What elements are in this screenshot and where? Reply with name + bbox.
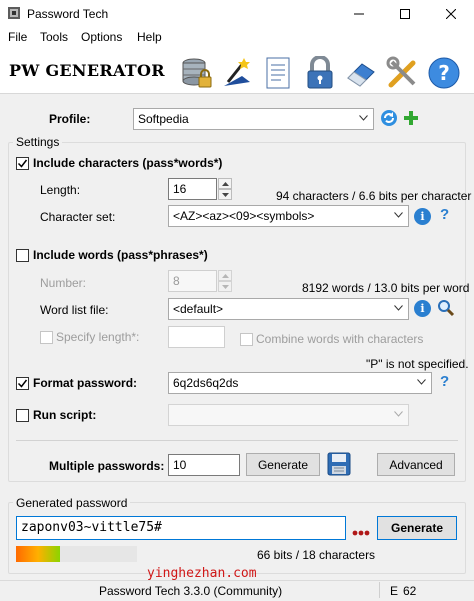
profile-select[interactable]: Softpedia bbox=[133, 108, 374, 130]
watermark-text: yinghezhan.com bbox=[147, 566, 257, 581]
character-set-select[interactable]: <AZ><az><09><symbols> bbox=[168, 205, 409, 227]
run-script-label: Run script: bbox=[33, 408, 97, 422]
generate-multiple-button[interactable]: Generate bbox=[246, 453, 320, 476]
include-words-label: Include words (pass*phrases*) bbox=[33, 248, 208, 262]
menu-tools[interactable]: Tools bbox=[40, 30, 68, 44]
settings-title: Settings bbox=[13, 135, 63, 149]
more-options-icon[interactable] bbox=[352, 525, 370, 536]
format-password-checkbox[interactable] bbox=[16, 377, 29, 390]
generate-button[interactable]: Generate bbox=[377, 516, 457, 540]
save-icon[interactable] bbox=[327, 452, 351, 476]
chevron-down-icon bbox=[417, 379, 426, 385]
status-divider bbox=[379, 582, 380, 598]
number-input[interactable]: 8 bbox=[168, 270, 217, 292]
format-password-value: 6q2ds6q2ds bbox=[173, 376, 239, 390]
refresh-icon[interactable] bbox=[380, 109, 398, 127]
run-script-checkbox[interactable] bbox=[16, 409, 29, 422]
svg-text:?: ? bbox=[438, 61, 450, 85]
length-input[interactable]: 16 bbox=[168, 178, 217, 200]
multiple-passwords-label: Multiple passwords: bbox=[49, 459, 165, 473]
word-info: 8192 words / 13.0 bits per word bbox=[302, 281, 470, 295]
combine-words-label: Combine words with characters bbox=[256, 332, 424, 346]
add-profile-icon[interactable] bbox=[402, 109, 420, 127]
spin-down-icon[interactable] bbox=[218, 189, 232, 200]
profile-label: Profile: bbox=[49, 112, 91, 126]
profile-value: Softpedia bbox=[138, 112, 189, 126]
format-password-select[interactable]: 6q2ds6q2ds bbox=[168, 372, 432, 394]
spin-up-icon[interactable] bbox=[218, 270, 232, 281]
menu-help[interactable]: Help bbox=[137, 30, 162, 44]
app-icon bbox=[7, 6, 21, 20]
question-mark-icon[interactable]: ? bbox=[440, 206, 449, 223]
checkmark-icon bbox=[17, 379, 28, 388]
number-spinner[interactable] bbox=[218, 270, 232, 292]
combine-words-checkbox[interactable] bbox=[240, 333, 253, 346]
maximize-button[interactable] bbox=[382, 0, 428, 28]
word-list-file-select[interactable]: <default> bbox=[168, 298, 409, 320]
magnifier-icon[interactable] bbox=[437, 299, 455, 317]
include-characters-checkbox[interactable] bbox=[16, 157, 29, 170]
generated-password-title: Generated password bbox=[13, 496, 131, 510]
strength-info: 66 bits / 18 characters bbox=[257, 548, 376, 562]
chevron-down-icon bbox=[359, 115, 368, 121]
multiple-passwords-input[interactable]: 10 bbox=[168, 454, 240, 476]
menu-file[interactable]: File bbox=[8, 30, 27, 44]
magic-wand-icon[interactable] bbox=[220, 56, 254, 90]
character-set-value: <AZ><az><09><symbols> bbox=[173, 209, 315, 223]
character-set-label: Character set: bbox=[40, 210, 116, 224]
menu-bar bbox=[0, 28, 474, 48]
checkmark-icon bbox=[17, 159, 28, 168]
question-mark-icon[interactable]: ? bbox=[440, 373, 449, 390]
char-info: 94 characters / 6.6 bits per character bbox=[276, 189, 472, 203]
status-count: 62 bbox=[403, 584, 417, 598]
length-spinner[interactable] bbox=[218, 178, 232, 200]
padlock-icon[interactable] bbox=[303, 55, 337, 90]
run-script-select[interactable] bbox=[168, 404, 409, 426]
info-icon[interactable]: i bbox=[414, 208, 431, 225]
divider bbox=[16, 440, 458, 441]
word-list-file-label: Word list file: bbox=[40, 303, 109, 317]
generated-password-field[interactable]: zaponv03~vittle75# bbox=[16, 516, 346, 540]
format-password-label: Format password: bbox=[33, 376, 138, 390]
database-lock-icon[interactable] bbox=[180, 56, 214, 90]
document-icon[interactable] bbox=[261, 56, 295, 90]
tools-icon[interactable] bbox=[386, 56, 420, 90]
close-icon bbox=[446, 9, 456, 19]
spin-down-icon[interactable] bbox=[218, 281, 232, 292]
strength-bar-fill bbox=[16, 546, 60, 562]
chevron-down-icon bbox=[394, 212, 403, 218]
app-title: PW GENERATOR bbox=[9, 61, 165, 80]
info-icon[interactable]: i bbox=[414, 300, 431, 317]
specify-length-label: Specify length*: bbox=[56, 330, 140, 344]
specify-length-input[interactable] bbox=[168, 326, 225, 348]
number-label: Number: bbox=[40, 276, 87, 290]
help-icon[interactable]: ? bbox=[427, 56, 461, 90]
p-note: "P" is not specified. bbox=[366, 357, 469, 371]
status-version: Password Tech 3.3.0 (Community) bbox=[99, 584, 283, 598]
length-label: Length: bbox=[40, 183, 81, 197]
word-list-file-value: <default> bbox=[173, 302, 224, 316]
include-characters-label: Include characters (pass*words*) bbox=[33, 156, 223, 170]
specify-length-checkbox[interactable] bbox=[40, 331, 53, 344]
include-words-checkbox[interactable] bbox=[16, 249, 29, 262]
minimize-button[interactable] bbox=[336, 0, 382, 28]
advanced-button[interactable]: Advanced bbox=[377, 453, 455, 476]
spin-up-icon[interactable] bbox=[218, 178, 232, 189]
maximize-icon bbox=[400, 9, 410, 19]
chevron-down-icon bbox=[394, 411, 403, 417]
minimize-icon bbox=[354, 13, 364, 15]
close-button[interactable] bbox=[428, 0, 474, 28]
eraser-icon[interactable] bbox=[344, 56, 378, 90]
window-title: Password Tech bbox=[27, 7, 109, 21]
menu-options[interactable]: Options bbox=[81, 30, 122, 44]
status-lang: E bbox=[390, 584, 399, 598]
strength-bar bbox=[16, 546, 137, 562]
chevron-down-icon bbox=[394, 305, 403, 311]
